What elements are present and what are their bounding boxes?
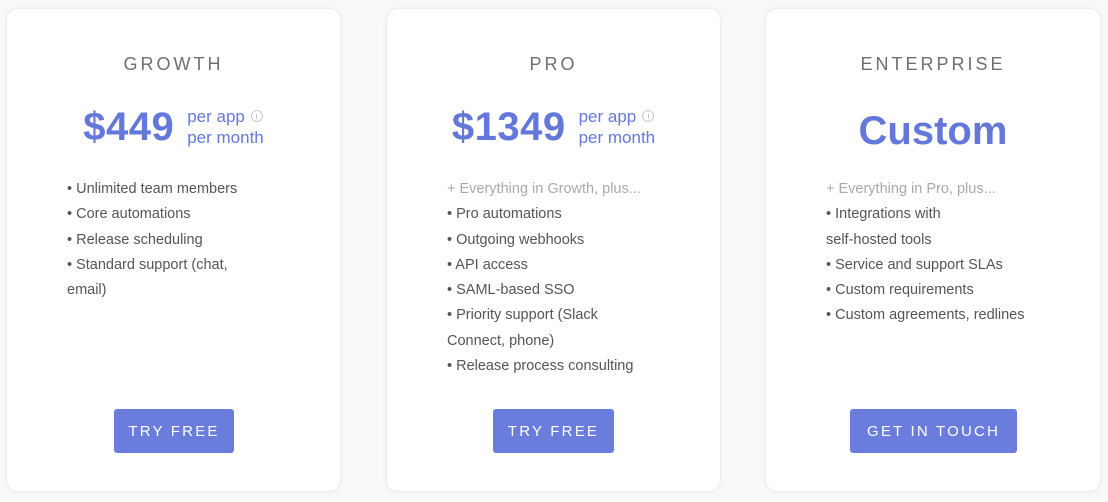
try-free-button[interactable]: TRY FREE [114,409,234,453]
feature-list: + Everything in Growth, plus... • Pro au… [447,177,700,379]
price-unit-month: per month [578,127,656,147]
plan-price: Custom [858,109,1008,153]
feature-item: • Priority support (Slack [447,307,598,324]
feature-item: • Custom requirements [826,282,974,299]
info-circle-icon[interactable] [250,110,263,122]
get-in-touch-button[interactable]: GET IN TOUCH [850,409,1017,453]
feature-item: • Standard support (chat, [67,256,228,273]
plan-price: $1349 [451,105,566,149]
feature-list: + Everything in Pro, plus... • Integrati… [826,177,1080,329]
price-unit-app: per app [578,106,637,126]
plan-card-pro: PRO $1349 per app per month + Everything… [386,8,721,492]
price-unit-month: per month [187,127,264,147]
plan-price: $449 [83,105,175,149]
feature-intro: + Everything in Growth, plus... [447,181,641,197]
feature-item: self-hosted tools [826,231,932,248]
price-row: $449 per app per month [7,105,340,150]
feature-item: • Release scheduling [67,231,203,248]
plan-card-growth: GROWTH $449 per app per month • Unlimite… [6,8,341,492]
plan-name: GROWTH [123,54,224,74]
feature-item: Connect, phone) [447,332,555,349]
feature-item: • Service and support SLAs [826,256,1003,273]
price-unit: per app per month [579,106,656,148]
feature-item: • Core automations [67,206,191,223]
price-unit-app: per app [187,106,245,126]
price-unit: per app per month [187,106,264,148]
feature-list: • Unlimited team members • Core automati… [67,177,320,303]
feature-item: • Integrations with [826,206,941,223]
info-circle-icon[interactable] [642,110,655,122]
feature-item: • Pro automations [447,206,562,223]
plan-card-enterprise: ENTERPRISE Custom + Everything in Pro, p… [765,8,1101,492]
feature-item: • Unlimited team members [67,181,238,197]
feature-item: • API access [447,256,528,273]
price-row: $1349 per app per month [387,105,720,150]
feature-item: • Outgoing webhooks [447,231,585,248]
feature-item: • Release process consulting [447,358,634,375]
feature-item: email) [67,282,107,299]
plan-name: ENTERPRISE [860,54,1006,74]
plan-name: PRO [529,54,578,74]
feature-item: • SAML-based SSO [447,282,575,299]
feature-item: • Custom agreements, redlines [826,307,1025,324]
try-free-button[interactable]: TRY FREE [493,409,614,453]
feature-intro: + Everything in Pro, plus... [826,181,996,197]
